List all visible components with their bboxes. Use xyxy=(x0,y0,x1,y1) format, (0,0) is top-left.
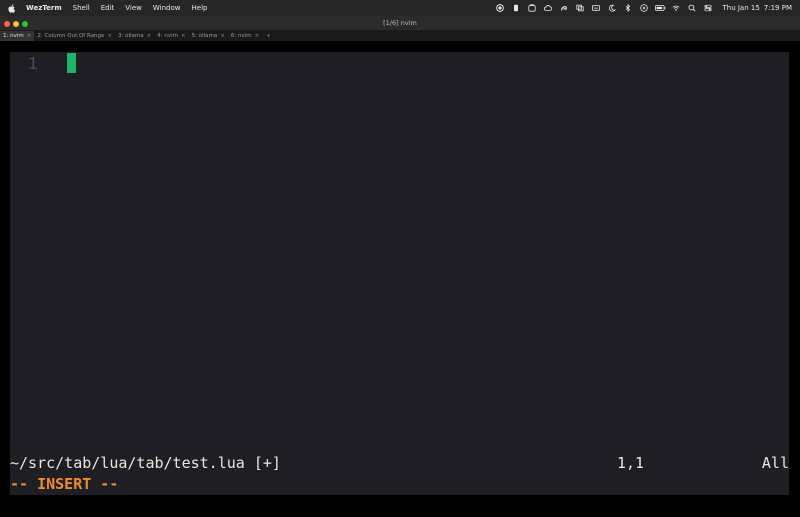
status-file-path: ~/src/tab/lua/tab/test.lua [+] xyxy=(10,454,281,472)
tab-6-nvim[interactable]: 6: nvim × xyxy=(228,31,262,41)
tab-4-nvim[interactable]: 4: nvim × xyxy=(154,31,188,41)
battery-indicator-icon[interactable] xyxy=(508,0,524,16)
moon-icon[interactable] xyxy=(604,0,620,16)
tab-3-ollama[interactable]: 3: ollama × xyxy=(115,31,154,41)
tab-label: 3: ollama xyxy=(118,33,144,39)
status-area: Thu Jan 15 7:19 PM xyxy=(492,0,800,16)
cloud-icon[interactable] xyxy=(540,0,556,16)
apple-menu-icon[interactable] xyxy=(8,4,18,13)
status-cursor-position: 1,1 xyxy=(617,454,645,472)
menu-view[interactable]: View xyxy=(125,4,142,12)
new-tab-button[interactable]: + xyxy=(262,31,275,41)
menubar-time[interactable]: 7:19 PM xyxy=(764,4,792,12)
mode-indicator: -- INSERT -- xyxy=(10,475,119,493)
menubar-date[interactable]: Thu Jan 15 xyxy=(722,4,759,12)
close-window-button[interactable] xyxy=(4,20,10,27)
menu-app-name[interactable]: WezTerm xyxy=(26,4,62,12)
text-cursor xyxy=(67,53,76,73)
tab-label: 2: Column Out Of Range xyxy=(37,33,105,39)
tab-1-nvim[interactable]: 1: nvim × xyxy=(0,31,35,41)
tab-label: 5: ollama xyxy=(191,33,218,39)
menu-edit[interactable]: Edit xyxy=(101,4,115,12)
editor-buffer[interactable]: 1 xyxy=(10,52,789,453)
tab-label: 4: nvim xyxy=(157,33,178,39)
menu-window[interactable]: Window xyxy=(153,4,181,12)
menu-shell[interactable]: Shell xyxy=(73,4,90,12)
play-icon[interactable] xyxy=(636,0,652,16)
record-icon[interactable] xyxy=(492,0,508,16)
menu-help[interactable]: Help xyxy=(192,4,208,12)
minimize-window-button[interactable] xyxy=(13,20,19,27)
line-number: 1 xyxy=(28,54,38,73)
close-tab-icon[interactable]: × xyxy=(107,33,112,39)
window-titlebar[interactable]: [1/6] nvim xyxy=(0,16,800,31)
control-center-icon[interactable] xyxy=(700,0,716,16)
swirl-app-icon[interactable] xyxy=(556,0,572,16)
keyboard-icon[interactable] xyxy=(588,0,604,16)
tab-5-ollama[interactable]: 5: ollama × xyxy=(189,31,228,41)
window-icon[interactable] xyxy=(572,0,588,16)
menu-bar: WezTerm Shell Edit View Window Help Thu … xyxy=(0,0,800,16)
dropbox-icon[interactable] xyxy=(524,0,540,16)
tab-bar: 1: nvim × 2: Column Out Of Range × 3: ol… xyxy=(0,31,800,41)
battery-icon[interactable] xyxy=(652,0,668,16)
status-scroll-position: All xyxy=(761,454,789,472)
close-tab-icon[interactable]: × xyxy=(147,33,152,39)
command-line[interactable]: -- INSERT -- xyxy=(10,473,789,495)
tab-label: 1: nvim xyxy=(3,33,24,39)
tab-2-column-out-of-range[interactable]: 2: Column Out Of Range × xyxy=(34,31,115,41)
tab-label: 6: nvim xyxy=(230,33,252,39)
bluetooth-icon[interactable] xyxy=(620,0,636,16)
close-tab-icon[interactable]: × xyxy=(255,33,260,39)
terminal-pane[interactable]: 1 ~/src/tab/lua/tab/test.lua [+] 1,1 All… xyxy=(0,41,800,517)
window-title: [1/6] nvim xyxy=(383,19,417,27)
status-line: ~/src/tab/lua/tab/test.lua [+] 1,1 All xyxy=(10,453,789,473)
close-tab-icon[interactable]: × xyxy=(27,33,32,39)
wifi-icon[interactable] xyxy=(668,0,684,16)
search-icon[interactable] xyxy=(684,0,700,16)
maximize-window-button[interactable] xyxy=(22,20,28,27)
close-tab-icon[interactable]: × xyxy=(181,33,186,39)
close-tab-icon[interactable]: × xyxy=(220,33,225,39)
